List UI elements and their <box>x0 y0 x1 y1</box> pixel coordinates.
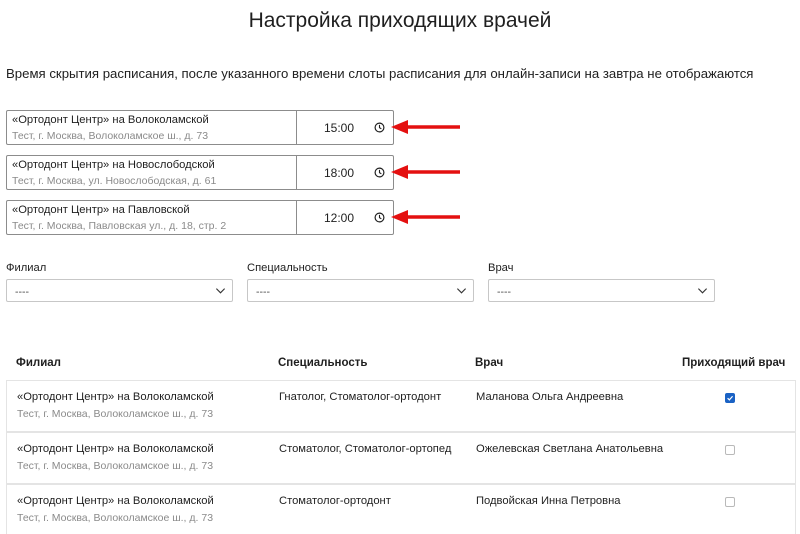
row-branch-address: Тест, г. Москва, Волоколамское ш., д. 73 <box>17 408 214 420</box>
branch-info: «Ортодонт Центр» на Волоколамской Тест, … <box>7 111 297 144</box>
table-row: «Ортодонт Центр» на Волоколамской Тест, … <box>6 380 796 432</box>
time-value: 12:00 <box>324 211 355 225</box>
check-icon <box>727 395 734 401</box>
column-header-branch: Филиал <box>16 357 61 369</box>
filter-specialty-value: ---- <box>256 286 270 298</box>
filter-specialty-label: Специальность <box>247 262 328 274</box>
chevron-down-icon <box>456 288 467 294</box>
branch-name: «Ортодонт Центр» на Павловской <box>12 204 190 216</box>
table-row: «Ортодонт Центр» на Волоколамской Тест, … <box>6 484 796 534</box>
row-branch-address: Тест, г. Москва, Волоколамское ш., д. 73 <box>17 512 214 524</box>
row-branch-name: «Ортодонт Центр» на Волоколамской <box>17 443 214 455</box>
branch-address: Тест, г. Москва, ул. Новослободская, д. … <box>12 175 217 187</box>
chevron-down-icon <box>215 288 226 294</box>
row-doctor-name: Ожелевская Светлана Анатольевна <box>476 443 664 455</box>
filter-branch-value: ---- <box>15 286 29 298</box>
clock-icon[interactable] <box>374 212 385 223</box>
branch-address: Тест, г. Москва, Павловская ул., д. 18, … <box>12 220 227 232</box>
schedule-time-row: «Ортодонт Центр» на Новослободской Тест,… <box>6 155 394 190</box>
branch-info: «Ортодонт Центр» на Павловской Тест, г. … <box>7 201 297 234</box>
row-branch-name: «Ортодонт Центр» на Волоколамской <box>17 495 214 507</box>
filter-specialty-select[interactable]: ---- <box>247 279 474 302</box>
schedule-time-row: «Ортодонт Центр» на Павловской Тест, г. … <box>6 200 394 235</box>
row-doctor-name: Маланова Ольга Андреевна <box>476 391 624 403</box>
row-branch-address: Тест, г. Москва, Волоколамское ш., д. 73 <box>17 460 214 472</box>
branch-address: Тест, г. Москва, Волоколамское ш., д. 73 <box>12 130 209 142</box>
time-input[interactable]: 12:00 <box>296 201 393 234</box>
clock-icon[interactable] <box>374 122 385 133</box>
schedule-hide-description: Время скрытия расписания, после указанно… <box>6 66 754 81</box>
clock-icon[interactable] <box>374 167 385 178</box>
filter-doctor-label: Врач <box>488 262 514 274</box>
filter-doctor-value: ---- <box>497 286 511 298</box>
time-value: 18:00 <box>324 166 355 180</box>
branch-name: «Ортодонт Центр» на Волоколамской <box>12 114 209 126</box>
row-specialty: Гнатолог, Стоматолог-ортодонт <box>279 391 442 403</box>
row-doctor-name: Подвойская Инна Петровна <box>476 495 621 507</box>
filter-doctor-select[interactable]: ---- <box>488 279 715 302</box>
arrow-left-icon <box>391 210 460 224</box>
row-branch-name: «Ортодонт Центр» на Волоколамской <box>17 391 214 403</box>
filter-branch-select[interactable]: ---- <box>6 279 233 302</box>
schedule-time-row: «Ортодонт Центр» на Волоколамской Тест, … <box>6 110 394 145</box>
row-specialty: Стоматолог-ортодонт <box>279 495 391 507</box>
column-header-visiting-doctor: Приходящий врач <box>682 357 786 369</box>
visiting-doctor-checkbox[interactable] <box>725 393 735 403</box>
time-value: 15:00 <box>324 121 355 135</box>
chevron-down-icon <box>697 288 708 294</box>
branch-info: «Ортодонт Центр» на Новослободской Тест,… <box>7 156 297 189</box>
arrow-left-icon <box>391 165 460 179</box>
column-header-specialty: Специальность <box>278 357 368 369</box>
branch-name: «Ортодонт Центр» на Новослободской <box>12 159 215 171</box>
time-input[interactable]: 18:00 <box>296 156 393 189</box>
time-input[interactable]: 15:00 <box>296 111 393 144</box>
filter-branch-label: Филиал <box>6 262 47 274</box>
page-title: Настройка приходящих врачей <box>248 9 552 32</box>
visiting-doctor-checkbox[interactable] <box>725 445 735 455</box>
row-specialty: Стоматолог, Стоматолог-ортопед <box>279 443 452 455</box>
column-header-doctor: Врач <box>475 357 504 369</box>
arrow-left-icon <box>391 120 460 134</box>
visiting-doctor-checkbox[interactable] <box>725 497 735 507</box>
table-row: «Ортодонт Центр» на Волоколамской Тест, … <box>6 432 796 484</box>
